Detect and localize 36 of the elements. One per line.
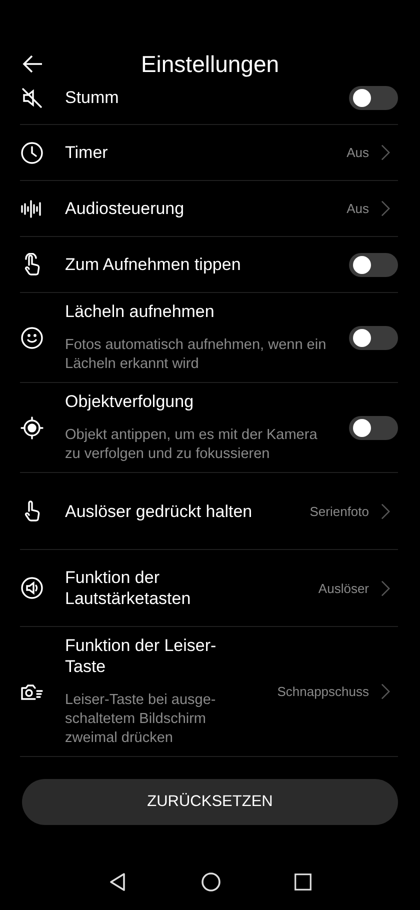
muted-speaker-icon (20, 86, 44, 110)
setting-description: Fotos automatisch aufnehmen, wenn ein Lächeln erkannt wird (65, 336, 328, 374)
setting-title: Zum Aufnehmen tippen (65, 254, 242, 275)
setting-title: Auslöser gedrückt halten (65, 500, 254, 522)
toggle-switch[interactable] (349, 86, 398, 110)
setting-value: Aus (346, 201, 369, 216)
chevron-right-icon (381, 683, 390, 700)
setting-description: Leiser-Taste bei ausge-schaltetem Bildschirm zweimal drücken (65, 691, 217, 748)
clock-icon (20, 140, 44, 164)
chevron-right-icon (381, 144, 390, 161)
setting-value: Auslöser (318, 580, 369, 596)
setting-value: Serienfoto (310, 504, 369, 518)
screen-title: Einstellungen (140, 50, 280, 78)
setting-title: Lächeln aufnehmen (65, 301, 216, 322)
target-icon (20, 416, 44, 440)
speaker-button-icon (20, 576, 44, 600)
setting-title: Stumm (65, 87, 120, 108)
chevron-right-icon (381, 580, 390, 596)
setting-value: Schnappschuss (277, 684, 369, 699)
toggle-switch[interactable] (349, 252, 398, 276)
setting-title: Objektverfolgung (65, 391, 195, 412)
chevron-right-icon (381, 502, 390, 520)
toggle-switch[interactable] (349, 416, 398, 440)
setting-title: Audiosteuerung (65, 198, 186, 219)
toggle-switch[interactable] (349, 326, 398, 350)
reset-button[interactable]: ZURÜCKSETZEN (22, 779, 398, 825)
setting-title: Timer (65, 142, 109, 163)
back-nav-icon[interactable] (108, 872, 128, 892)
chevron-right-icon (381, 200, 390, 217)
setting-description: Objekt antippen, um es mit der Kamera zu verfolgen und zu fokussieren (65, 426, 318, 464)
home-nav-icon[interactable] (201, 872, 221, 892)
setting-title: Funktion der Leiser-Taste (65, 635, 218, 677)
setting-value: Aus (346, 145, 369, 160)
recents-nav-icon[interactable] (294, 873, 312, 891)
smiley-icon (20, 326, 44, 350)
setting-title: Funktion der Lautstärketasten (65, 567, 192, 609)
